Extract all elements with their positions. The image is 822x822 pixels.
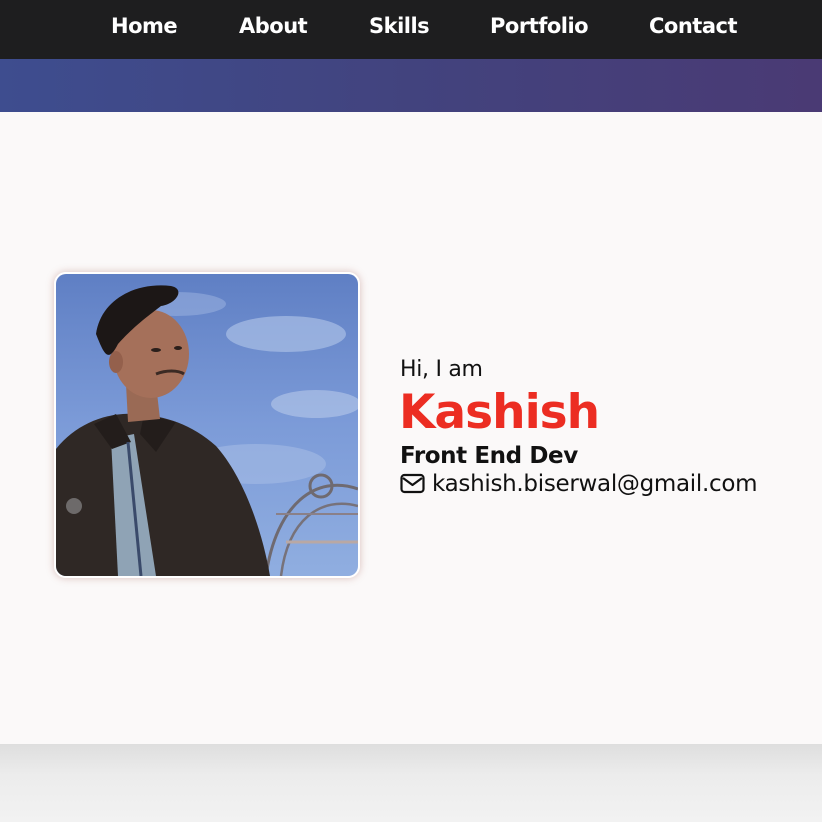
header-banner bbox=[0, 59, 822, 112]
next-section-edge bbox=[0, 744, 822, 822]
nav-link-home[interactable]: Home bbox=[111, 14, 178, 38]
envelope-icon bbox=[400, 473, 426, 495]
email-contact: kashish.biserwal@gmail.com bbox=[400, 471, 758, 497]
profile-photo bbox=[54, 272, 360, 578]
profile-photo-image bbox=[56, 274, 358, 576]
email-link[interactable]: kashish.biserwal@gmail.com bbox=[432, 471, 758, 497]
nav-link-about[interactable]: About bbox=[239, 14, 308, 38]
hero-role: Front End Dev bbox=[400, 443, 578, 469]
top-navbar: Home About Skills Portfolio Contact bbox=[0, 0, 822, 59]
hero-name: Kashish bbox=[399, 385, 600, 440]
nav-link-portfolio[interactable]: Portfolio bbox=[490, 14, 589, 38]
hero-greeting: Hi, I am bbox=[400, 357, 483, 382]
nav-link-contact[interactable]: Contact bbox=[649, 14, 738, 38]
nav-link-skills[interactable]: Skills bbox=[369, 14, 430, 38]
